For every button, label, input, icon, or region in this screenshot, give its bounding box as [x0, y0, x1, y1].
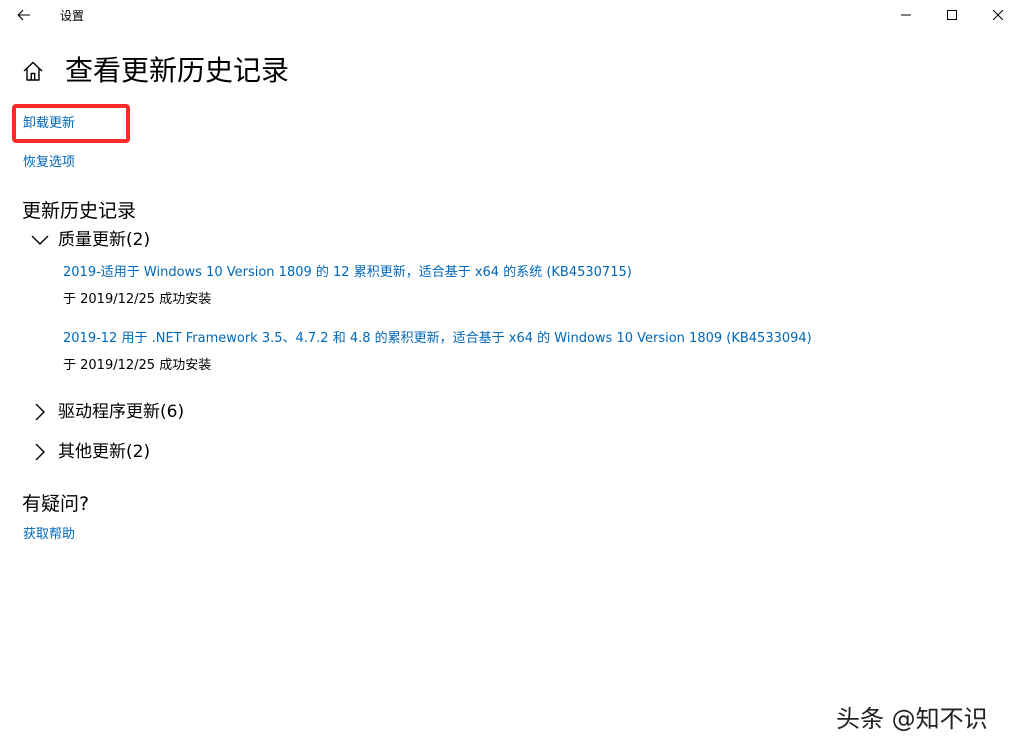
get-help-link[interactable]: 获取帮助 [23, 526, 75, 544]
close-button[interactable] [975, 0, 1016, 30]
page-title: 查看更新历史记录 [65, 54, 290, 87]
watermark: 头条 @知不识 [836, 705, 988, 733]
update-item-title[interactable]: 2019-适用于 Windows 10 Version 1809 的 12 累积… [63, 264, 632, 282]
help-heading: 有疑问? [22, 493, 90, 515]
minimize-icon [901, 14, 911, 16]
minimize-button[interactable] [883, 0, 929, 30]
close-icon [993, 10, 1003, 20]
home-button[interactable] [22, 60, 44, 82]
update-item-status: 于 2019/12/25 成功安装 [63, 292, 212, 307]
update-history-heading: 更新历史记录 [22, 200, 137, 222]
chevron-right-icon [22, 438, 58, 466]
group-label: 质量更新(2) [58, 230, 151, 250]
group-other-updates[interactable]: 其他更新(2) [22, 438, 150, 466]
maximize-button[interactable] [929, 0, 975, 30]
back-button[interactable] [6, 0, 42, 30]
group-quality-updates[interactable]: 质量更新(2) [22, 226, 150, 254]
chevron-right-icon [22, 398, 58, 426]
update-item-title[interactable]: 2019-12 用于 .NET Framework 3.5、4.7.2 和 4.… [63, 330, 812, 348]
chevron-down-icon [22, 226, 58, 254]
update-item-status: 于 2019/12/25 成功安装 [63, 358, 212, 373]
home-icon [23, 61, 43, 81]
maximize-icon [947, 10, 957, 20]
back-arrow-icon [17, 9, 30, 21]
app-title: 设置 [60, 9, 85, 23]
highlight-annotation-box [12, 104, 130, 143]
group-label: 其他更新(2) [58, 442, 151, 462]
recovery-options-link[interactable]: 恢复选项 [23, 154, 75, 172]
group-label: 驱动程序更新(6) [58, 402, 185, 422]
group-driver-updates[interactable]: 驱动程序更新(6) [22, 398, 184, 426]
title-bar: 设置 [0, 0, 1016, 30]
